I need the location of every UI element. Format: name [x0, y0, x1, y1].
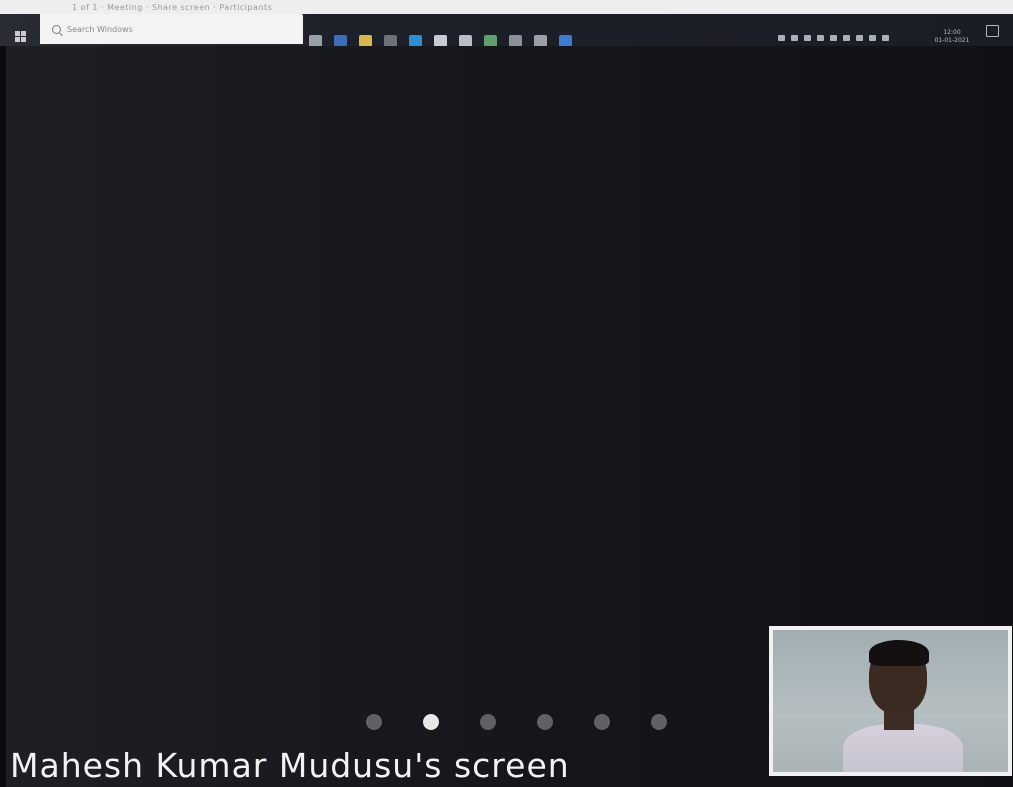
- page-dot[interactable]: [366, 714, 382, 730]
- page-dot[interactable]: [423, 714, 439, 730]
- volume-icon[interactable]: [791, 35, 798, 41]
- notification-center-icon[interactable]: [986, 25, 999, 37]
- language-icon[interactable]: [817, 35, 824, 41]
- page-dot[interactable]: [480, 714, 496, 730]
- system-tray: [778, 28, 889, 48]
- clock-time: 12:00: [943, 29, 961, 36]
- start-button[interactable]: [8, 24, 32, 48]
- search-icon: [52, 24, 61, 34]
- windows-logo-icon: [14, 30, 26, 42]
- top-strip-text: 1 of 1 · Meeting · Share screen · Partic…: [72, 3, 273, 12]
- participant-shirt: [843, 724, 963, 772]
- wifi-icon[interactable]: [830, 35, 837, 41]
- bluetooth-icon[interactable]: [869, 35, 876, 41]
- clock-date: 01-01-2021: [934, 37, 970, 44]
- security-icon[interactable]: [856, 35, 863, 41]
- page-indicator: [366, 712, 667, 732]
- search-placeholder: Search Windows: [67, 24, 133, 34]
- onedrive-icon[interactable]: [843, 35, 850, 41]
- page-dot[interactable]: [651, 714, 667, 730]
- participant-video-feed: [773, 630, 1008, 772]
- battery-icon[interactable]: [804, 35, 811, 41]
- network-icon[interactable]: [778, 35, 785, 41]
- participant-hair: [869, 640, 929, 666]
- page-dot[interactable]: [594, 714, 610, 730]
- screen-border: [0, 46, 6, 787]
- update-icon[interactable]: [882, 35, 889, 41]
- page-dot[interactable]: [537, 714, 553, 730]
- participant-video-tile[interactable]: [769, 626, 1012, 776]
- search-input[interactable]: Search Windows: [40, 14, 303, 44]
- clock[interactable]: 12:00 01-01-2021: [928, 26, 976, 48]
- presenter-label: Mahesh Kumar Mudusu's screen: [10, 746, 570, 785]
